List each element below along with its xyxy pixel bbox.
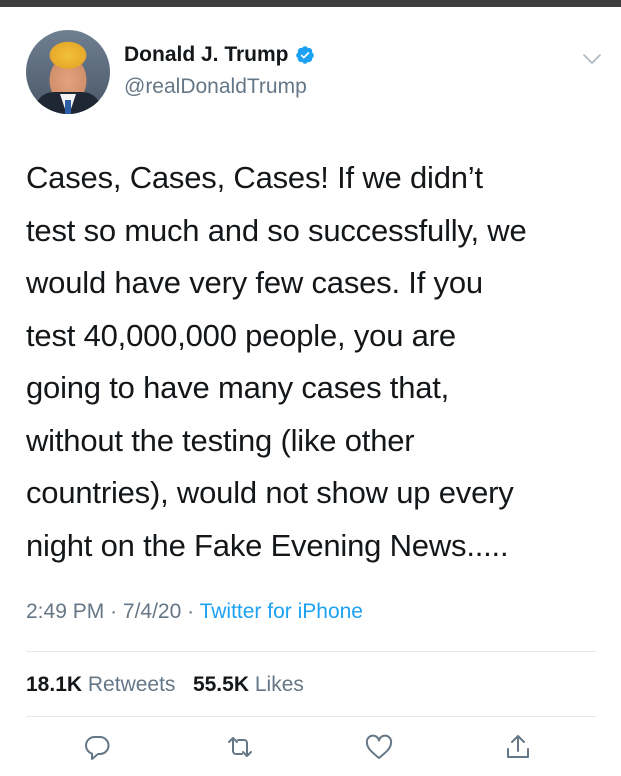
retweets-stat[interactable]: 18.1K Retweets	[26, 673, 175, 696]
tweet-text-line: Cases, Cases, Cases! If we didn’t	[26, 160, 483, 195]
tweet-text-line: countries), would not show up every	[26, 475, 514, 510]
reply-icon[interactable]	[82, 732, 112, 762]
avatar[interactable]	[26, 30, 110, 114]
retweet-label: Retweets	[87, 673, 176, 696]
display-name[interactable]: Donald J. Trump	[124, 43, 289, 67]
like-count: 55.5K	[192, 673, 249, 696]
tweet-text-line: test 40,000,000 people, you are	[26, 317, 456, 353]
tweet-time[interactable]: 2:49 PM	[26, 600, 104, 623]
tweet-action-bar	[0, 728, 621, 768]
tweet-text-line: night on the Fake Evening News.....	[26, 527, 509, 563]
tweet-text: Cases, Cases, Cases! If we didn’t test s…	[26, 152, 598, 572]
author-name-row[interactable]: Donald J. Trump	[124, 43, 315, 67]
tweet-meta: 2:49 PM · 7/4/20 · Twitter for iPhone	[26, 600, 363, 624]
tweet-stats: 18.1K Retweets 55.5K Likes	[26, 673, 304, 697]
meta-separator: ·	[110, 600, 123, 623]
avatar-tie	[65, 100, 71, 114]
like-label: Likes	[254, 673, 304, 696]
meta-separator: ·	[187, 600, 200, 623]
retweet-count: 18.1K	[26, 673, 83, 696]
retweet-icon[interactable]	[225, 732, 255, 762]
tweet-text-line: without the testing (like other	[26, 422, 415, 458]
verified-badge-icon	[295, 46, 314, 64]
tweet-text-line: test so much and so successfully, we	[26, 212, 527, 248]
tweet-header: Donald J. Trump @realDonaldTrump	[26, 30, 606, 114]
share-icon[interactable]	[503, 732, 533, 762]
tweet-text-line: would have very few cases. If you	[26, 265, 483, 300]
status-bar-edge	[0, 0, 621, 7]
tweet-source-link[interactable]: Twitter for iPhone	[200, 600, 363, 623]
like-icon[interactable]	[364, 732, 394, 762]
tweet-text-line: going to have many cases that,	[26, 370, 450, 405]
divider	[26, 651, 596, 652]
author-handle[interactable]: @realDonaldTrump	[124, 75, 307, 99]
tweet-date[interactable]: 7/4/20	[123, 600, 181, 623]
likes-stat[interactable]: 55.5K Likes	[193, 673, 304, 696]
chevron-down-icon[interactable]	[582, 52, 602, 66]
divider	[26, 716, 596, 717]
